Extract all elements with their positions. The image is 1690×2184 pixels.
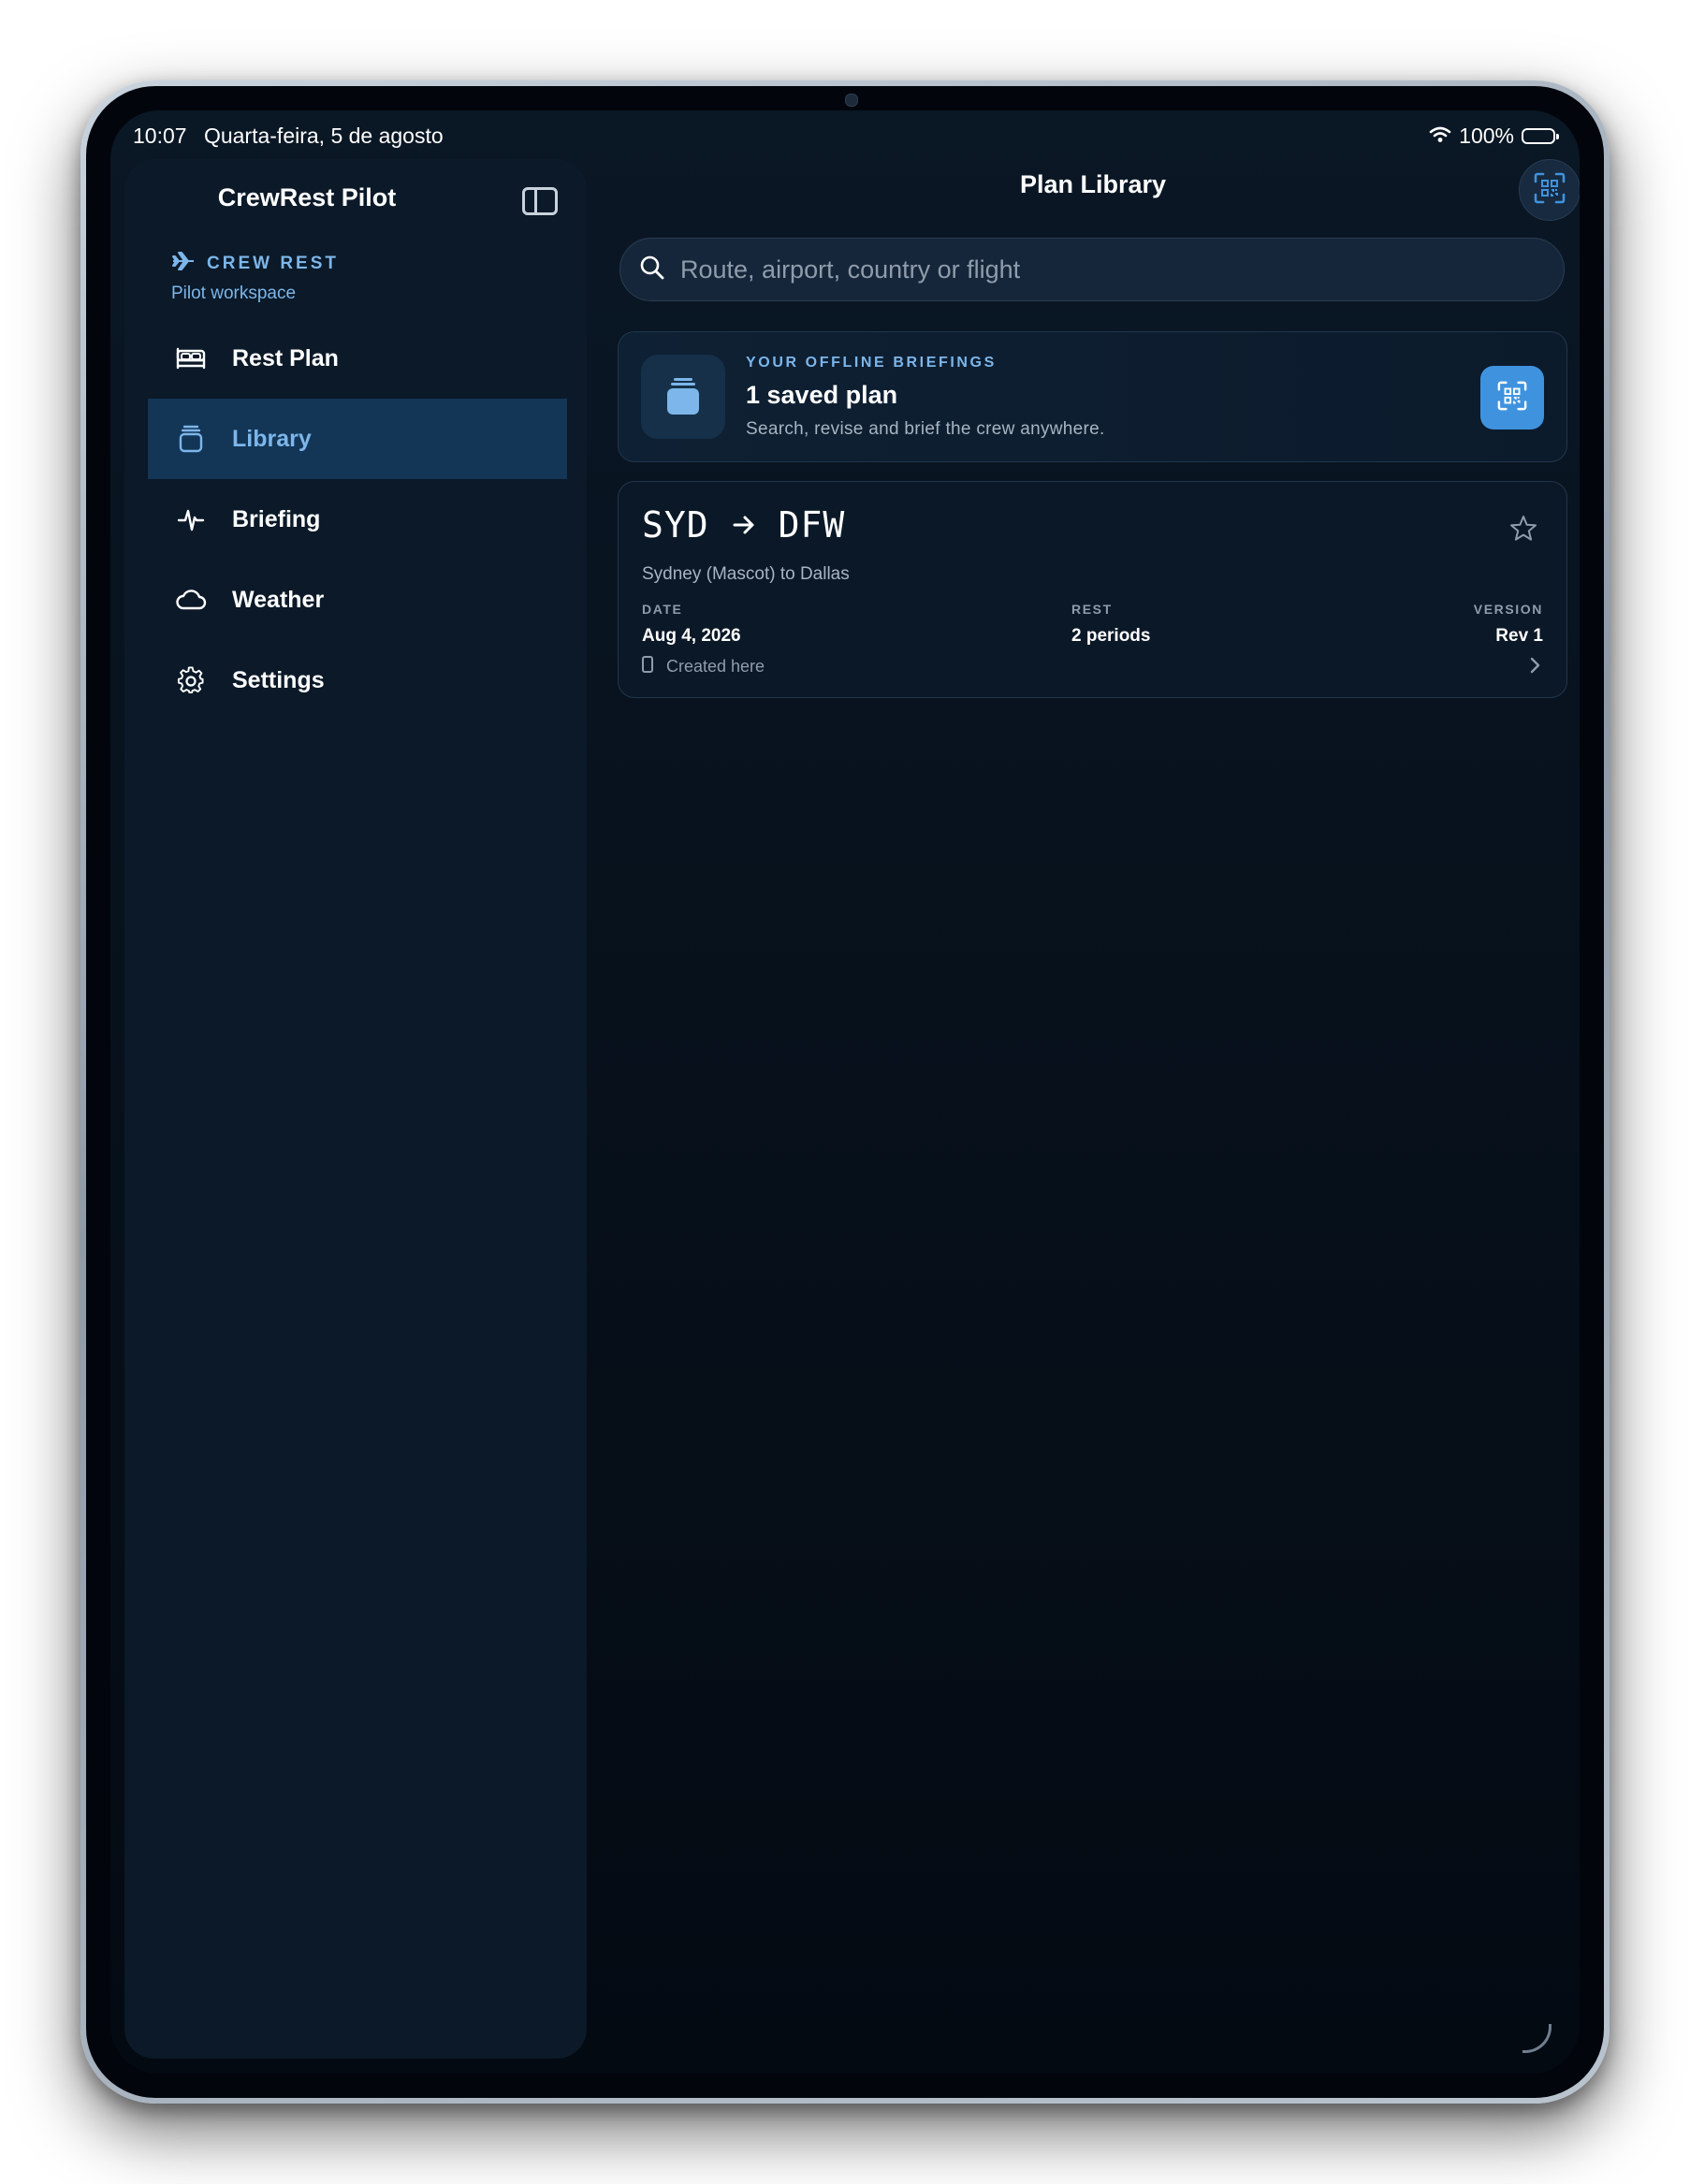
- brand-subtitle: Pilot workspace: [171, 284, 297, 303]
- plan-date: DATE Aug 4, 2026: [642, 602, 741, 647]
- bed-icon: [174, 342, 208, 375]
- device-frame: 10:07 Quarta-feira, 5 de agosto 100% Cre…: [80, 80, 1610, 2104]
- status-time: 10:07: [133, 124, 187, 148]
- sidebar-item-settings[interactable]: Settings: [148, 640, 567, 721]
- sidebar-title: CrewRest Pilot: [217, 183, 397, 211]
- origin-label: Created here: [666, 657, 765, 676]
- screen: 10:07 Quarta-feira, 5 de agosto 100% Cre…: [110, 110, 1580, 2074]
- sidebar-item-label: Weather: [232, 586, 325, 613]
- version-value: Rev 1: [1495, 626, 1543, 646]
- search-icon: [639, 255, 665, 285]
- sidebar-item-label: Settings: [232, 666, 325, 693]
- rest-label: REST: [1071, 602, 1113, 617]
- rest-value: 2 periods: [1071, 626, 1151, 646]
- sidebar-item-rest-plan[interactable]: Rest Plan: [148, 318, 567, 399]
- cloud-icon: [174, 583, 208, 617]
- plan-origin: Created here: [642, 656, 765, 677]
- date-value: Aug 4, 2026: [642, 626, 741, 646]
- brand-block: CREW REST Pilot workspace: [171, 251, 339, 304]
- battery-percent: 100%: [1459, 124, 1514, 148]
- camera: [845, 94, 858, 107]
- device-bezel: 10:07 Quarta-feira, 5 de agosto 100% Cre…: [86, 86, 1604, 2098]
- offline-briefings-card: YOUR OFFLINE BRIEFINGS 1 saved plan Sear…: [618, 331, 1567, 462]
- device-icon: [642, 656, 653, 677]
- sidebar-item-label: Briefing: [232, 505, 321, 532]
- sidebar-item-label: Rest Plan: [232, 344, 339, 371]
- scan-button[interactable]: [1519, 159, 1580, 221]
- search-input[interactable]: [678, 254, 1524, 285]
- star-icon[interactable]: [1508, 514, 1538, 548]
- airplane-icon: [171, 251, 196, 276]
- date-label: DATE: [642, 602, 683, 617]
- version-label: VERSION: [1473, 602, 1543, 617]
- battery-icon: [1522, 128, 1559, 144]
- arrow-right-icon: [732, 514, 756, 536]
- stack-icon: [641, 355, 725, 439]
- plan-version: VERSION Rev 1: [1474, 602, 1543, 647]
- status-date: Quarta-feira, 5 de agosto: [203, 124, 444, 148]
- route-subtitle: Sydney (Mascot) to Dallas: [642, 564, 850, 584]
- route: SYD DFW: [642, 504, 845, 546]
- plan-card[interactable]: SYD DFW Sydney (Mascot) to Dallas DATE A…: [618, 481, 1567, 698]
- sidebar-nav: Rest Plan Library Briefing Weather Setti…: [148, 318, 567, 721]
- page-title: Plan Library: [1019, 170, 1167, 198]
- search-field[interactable]: [619, 238, 1565, 301]
- scan-qr-button[interactable]: [1480, 366, 1544, 430]
- gear-icon: [174, 663, 208, 697]
- qr-scan-icon: [1497, 381, 1527, 415]
- sidebar-item-briefing[interactable]: Briefing: [148, 479, 567, 560]
- sidebar-item-library[interactable]: Library: [148, 399, 567, 479]
- qr-scan-icon: [1534, 172, 1566, 209]
- sidebar-toggle-icon[interactable]: [522, 187, 558, 215]
- summary-title: 1 saved plan: [746, 381, 898, 409]
- chevron-right-icon: [1529, 656, 1542, 679]
- library-icon: [174, 422, 208, 456]
- route-origin: SYD: [642, 504, 709, 546]
- plan-rest: REST 2 periods: [1071, 602, 1150, 647]
- status-bar: 10:07 Quarta-feira, 5 de agosto 100%: [110, 110, 1580, 157]
- summary-description: Search, revise and brief the crew anywhe…: [746, 419, 1105, 439]
- sidebar: CrewRest Pilot CREW REST Pilot workspace: [124, 159, 587, 2059]
- waveform-icon: [174, 502, 208, 536]
- resize-corner: [1522, 2024, 1552, 2053]
- brand-label: CREW REST: [207, 253, 339, 273]
- route-destination: DFW: [778, 504, 846, 546]
- summary-eyebrow: YOUR OFFLINE BRIEFINGS: [746, 355, 997, 371]
- sidebar-item-label: Library: [232, 425, 312, 452]
- wifi-icon: [1429, 124, 1451, 149]
- sidebar-item-weather[interactable]: Weather: [148, 560, 567, 640]
